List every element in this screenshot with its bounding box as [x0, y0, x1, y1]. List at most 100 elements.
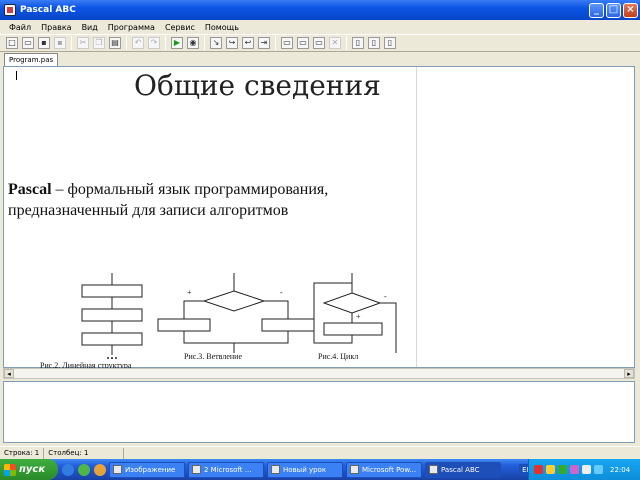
step-out-icon[interactable]: ↩ [242, 37, 254, 49]
loop-minus-label: - [384, 292, 387, 301]
system-tray: 22:04 [528, 459, 640, 480]
quicklaunch-icon[interactable] [78, 463, 90, 476]
title-bar: Pascal ABC _ □ × [0, 0, 640, 20]
status-bar: Строка: 1 Столбец: 1 [0, 446, 640, 459]
flow-block [261, 318, 315, 332]
folder-icon [271, 465, 280, 474]
step-into-icon[interactable]: ↘ [210, 37, 222, 49]
tray-icon[interactable] [534, 465, 543, 474]
toolbar: □ ▭ ▪ ▪ ✂ ❐ ▤ ↶ ↷ ▶ ◉ ↘ ↪ ↩ ⇥ ▭ ▭ ▭ ✕ ▯ … [0, 34, 640, 52]
slide-text-bold: Pascal [8, 181, 52, 198]
task-icon [192, 465, 201, 474]
toolbar-separator [275, 36, 276, 50]
firefox-icon[interactable] [94, 463, 106, 476]
flow-dot [115, 357, 117, 359]
slide-title: Общие сведения [134, 69, 381, 102]
toolbar-separator [126, 36, 127, 50]
flow-dot [107, 357, 109, 359]
volume-icon[interactable] [582, 465, 591, 474]
menu-help[interactable]: Помощь [200, 23, 244, 32]
toolbar-separator [165, 36, 166, 50]
stop-icon[interactable]: ◉ [187, 37, 199, 49]
open-folder-icon[interactable]: ▭ [22, 37, 34, 49]
toolbar-separator [346, 36, 347, 50]
toolbar-separator [204, 36, 205, 50]
caption-loop: Рис.4. Цикл [318, 352, 358, 361]
save-all-icon[interactable]: ▪ [54, 37, 66, 49]
close-button[interactable]: × [623, 2, 638, 18]
output-pane[interactable] [3, 381, 635, 443]
menu-view[interactable]: Вид [77, 23, 103, 32]
menu-program[interactable]: Программа [103, 23, 160, 32]
copy-icon[interactable]: ❐ [93, 37, 105, 49]
powerpoint-icon [350, 465, 359, 474]
flow-line [183, 331, 289, 344]
tray-icon[interactable] [570, 465, 579, 474]
flow-block [81, 308, 143, 322]
task-item-active[interactable]: Pascal ABC [425, 461, 501, 478]
scroll-right-icon[interactable]: ▸ [624, 369, 634, 378]
app-icon [4, 4, 16, 16]
window-layout-icon[interactable]: ▯ [352, 37, 364, 49]
paste-icon[interactable]: ▤ [109, 37, 121, 49]
flow-line [264, 300, 289, 319]
code-editor[interactable]: Общие сведения Pascal – формальный язык … [3, 66, 635, 370]
branch-plus-label: + [187, 288, 192, 297]
save-icon[interactable]: ▪ [38, 37, 50, 49]
options-icon[interactable]: ▯ [384, 37, 396, 49]
caption-branch: Рис.3. Ветвление [184, 352, 242, 361]
scroll-left-icon[interactable]: ◂ [4, 369, 14, 378]
watch-icon[interactable]: ▭ [281, 37, 293, 49]
start-label: пуск [19, 464, 46, 475]
task-item[interactable]: Изображение [109, 461, 185, 478]
flow-condition [202, 290, 266, 312]
status-row: Строка: 1 [0, 447, 45, 459]
tab-program[interactable]: Program.pas [4, 53, 59, 66]
loop-plus-label: + [356, 312, 361, 321]
evaluate-icon[interactable]: ▭ [313, 37, 325, 49]
branch-minus-label: - [280, 288, 283, 297]
minimize-button[interactable]: _ [589, 2, 604, 18]
slide-text-rest: – формальный язык программирования, пред… [8, 181, 329, 219]
menu-edit[interactable]: Правка [36, 23, 76, 32]
run-to-cursor-icon[interactable]: ⇥ [258, 37, 270, 49]
undo-icon[interactable]: ↶ [132, 37, 144, 49]
new-file-icon[interactable]: □ [6, 37, 18, 49]
task-item[interactable]: 2 Microsoft ... [188, 461, 264, 478]
output-window-icon[interactable]: ▯ [368, 37, 380, 49]
flow-block [157, 318, 211, 332]
redo-icon[interactable]: ↷ [148, 37, 160, 49]
clock: 22:04 [610, 465, 631, 474]
editor-tabstrip: Program.pas [0, 52, 640, 66]
menu-bar: Файл Правка Вид Программа Сервис Помощь [0, 20, 640, 34]
flow-block [81, 284, 143, 298]
start-button[interactable]: пуск [0, 459, 58, 480]
text-cursor [16, 71, 17, 80]
task-item[interactable]: Microsoft Pow... [346, 461, 422, 478]
flowchart-figures: + - + - Рис.2. Линейная структура Рис.3.… [40, 273, 397, 370]
pascal-icon [429, 465, 438, 474]
slide-text: Pascal – формальный язык программировани… [8, 179, 418, 221]
flow-block [323, 322, 383, 336]
run-icon[interactable]: ▶ [171, 37, 183, 49]
toolbar-separator [71, 36, 72, 50]
add-watch-icon[interactable]: ▭ [297, 37, 309, 49]
task-item[interactable]: Новый урок [267, 461, 343, 478]
windows-logo-icon [4, 463, 16, 476]
flow-condition [322, 292, 382, 314]
tray-icon[interactable] [558, 465, 567, 474]
flow-line [183, 300, 204, 319]
tray-icon[interactable] [546, 465, 555, 474]
window-title: Pascal ABC [20, 5, 76, 15]
cut-icon[interactable]: ✂ [77, 37, 89, 49]
task-icon [113, 465, 122, 474]
delete-watch-icon[interactable]: ✕ [329, 37, 341, 49]
status-column: Столбец: 1 [44, 447, 125, 459]
menu-file[interactable]: Файл [4, 23, 36, 32]
horizontal-scrollbar[interactable]: ◂ ▸ [3, 368, 635, 379]
network-icon[interactable] [594, 465, 603, 474]
ie-icon[interactable] [62, 463, 74, 476]
step-over-icon[interactable]: ↪ [226, 37, 238, 49]
maximize-button[interactable]: □ [606, 2, 621, 18]
menu-service[interactable]: Сервис [160, 23, 200, 32]
